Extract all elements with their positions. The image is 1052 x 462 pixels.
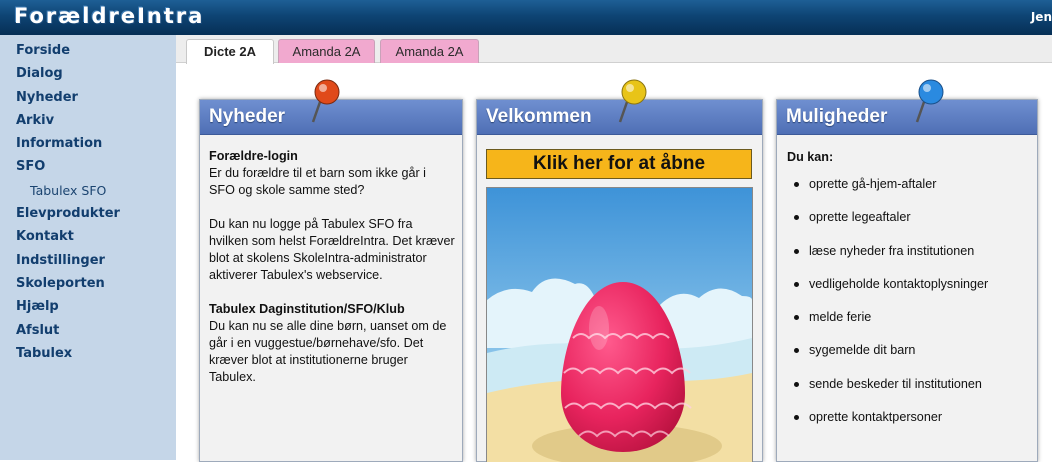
sidebar-item-information[interactable]: Information: [0, 132, 176, 155]
sidebar-item-indstillinger[interactable]: Indstillinger: [0, 249, 176, 272]
options-list: oprette gå-hjem-aftaler oprette legeaftal…: [787, 176, 1027, 442]
sidebar-item-nyheder[interactable]: Nyheder: [0, 86, 176, 109]
sidebar-item-forside[interactable]: Forside: [0, 39, 176, 62]
sidebar-nav: Forside Dialog Nyheder Arkiv Information SFO T…: [0, 35, 176, 460]
news-text-parent-login: Er du forældre til et barn som ikke går …: [209, 166, 426, 197]
sidebar-item-tabulex[interactable]: Tabulex: [0, 342, 176, 365]
tab-amanda-2a-second[interactable]: Amanda 2A: [380, 39, 479, 63]
options-panel: Muligheder Du kan: oprette gå-hjem-aftal…: [776, 99, 1038, 462]
blue-pushpin-icon: [915, 79, 944, 123]
news-panel: Nyheder Forældre-login Er du forældre ti…: [199, 99, 463, 462]
option-item: sygemelde dit barn: [787, 342, 1027, 375]
tab-dicte-2a[interactable]: Dicte 2A: [186, 39, 274, 64]
sidebar-item-elevprodukter[interactable]: Elevprodukter: [0, 202, 176, 225]
easter-egg-image[interactable]: [486, 187, 753, 462]
sidebar-item-arkiv[interactable]: Arkiv: [0, 109, 176, 132]
yellow-pushpin-icon: [618, 79, 647, 123]
news-text-daginstitution: Du kan nu se alle dine børn, uanset om d…: [209, 319, 447, 384]
sidebar-item-hjælp[interactable]: Hjælp: [0, 295, 176, 318]
sidebar-item-tabulex-sfo[interactable]: Tabulex SFO: [0, 179, 176, 202]
options-body: Du kan: oprette gå-hjem-aftaler oprette l…: [787, 150, 1027, 442]
welcome-panel-title: Velkommen: [486, 106, 592, 127]
news-text-tabulex-login: Du kan nu logge på Tabulex SFO fra hvilk…: [209, 217, 455, 282]
sidebar-item-sfo[interactable]: SFO: [0, 155, 176, 178]
open-button[interactable]: Klik her for at åbne: [486, 149, 752, 179]
tab-amanda-2a[interactable]: Amanda 2A: [278, 39, 375, 63]
news-heading-parent-login: Forældre-login: [209, 149, 298, 163]
child-tabs: Dicte 2A Amanda 2A Amanda 2A: [176, 35, 1052, 64]
sidebar-item-kontakt[interactable]: Kontakt: [0, 225, 176, 248]
user-name[interactable]: Jen: [1031, 10, 1052, 24]
app-title: ForældreIntra: [14, 4, 205, 28]
option-item: oprette kontaktpersoner: [787, 409, 1027, 442]
option-item: oprette legeaftaler: [787, 209, 1027, 242]
options-panel-title: Muligheder: [786, 106, 888, 127]
sidebar-item-afslut[interactable]: Afslut: [0, 319, 176, 342]
red-pushpin-icon: [311, 79, 340, 123]
sidebar-item-skoleporten[interactable]: Skoleporten: [0, 272, 176, 295]
option-item: sende beskeder til institutionen: [787, 376, 1027, 409]
option-item: oprette gå-hjem-aftaler: [787, 176, 1027, 209]
news-heading-daginstitution: Tabulex Daginstitution/SFO/Klub: [209, 302, 405, 316]
welcome-panel: Velkommen Klik her for at åbne: [476, 99, 763, 462]
easter-egg-illustration: [487, 188, 752, 462]
option-item: læse nyheder fra institutionen: [787, 243, 1027, 276]
options-intro: Du kan:: [787, 150, 834, 164]
option-item: vedligeholde kontaktoplysninger: [787, 276, 1027, 309]
top-header-bar: ForældreIntra Jen: [0, 0, 1052, 35]
options-panel-header: Muligheder: [777, 100, 1037, 135]
option-item: melde ferie: [787, 309, 1027, 342]
news-body: Forældre-login Er du forældre til et bar…: [209, 148, 455, 403]
sidebar-item-dialog[interactable]: Dialog: [0, 62, 176, 85]
sidebar-menu: Forside Dialog Nyheder Arkiv Information SFO T…: [0, 35, 176, 365]
news-panel-title: Nyheder: [209, 106, 286, 127]
